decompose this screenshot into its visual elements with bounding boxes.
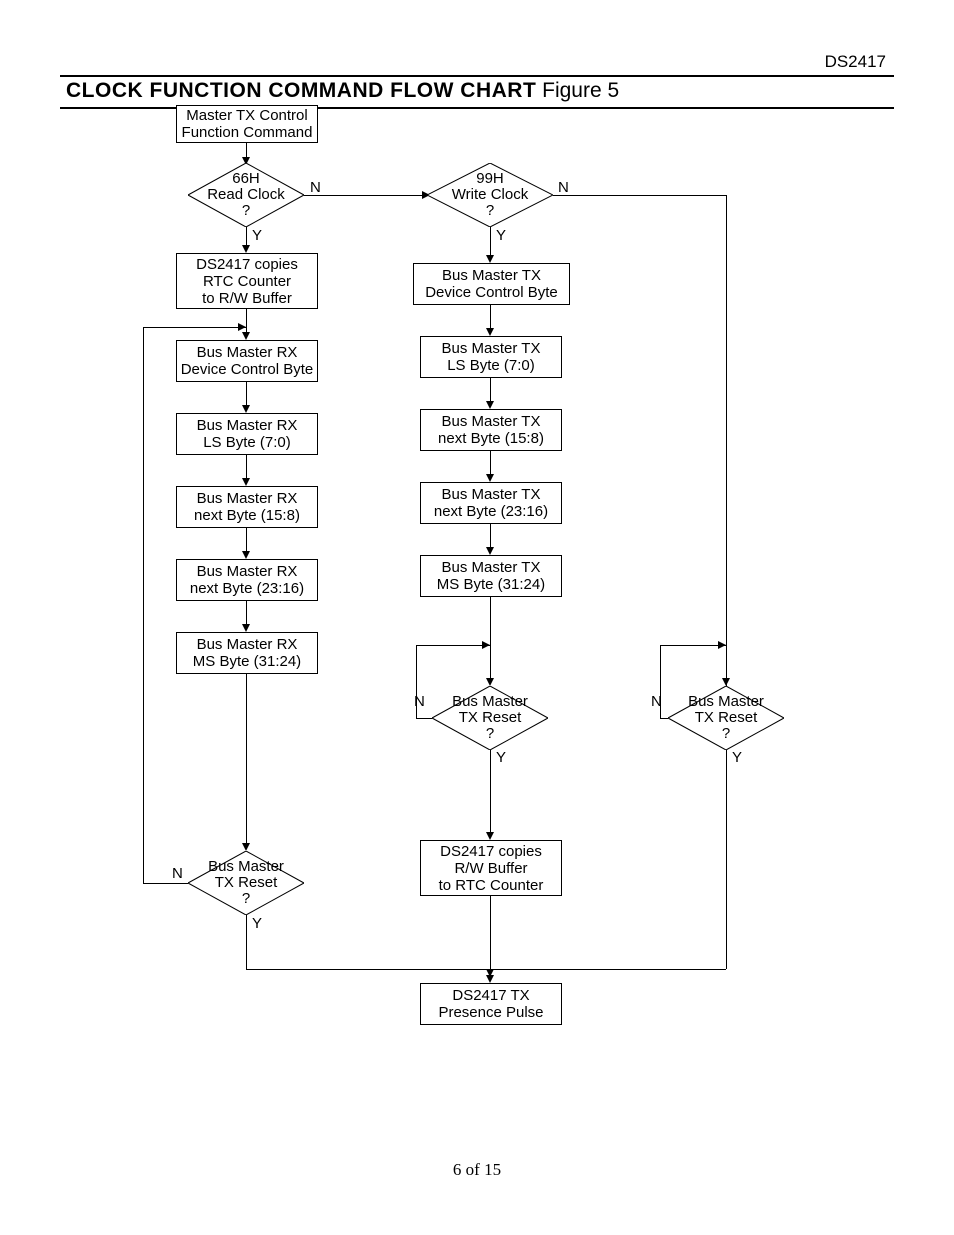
label-yes: Y: [252, 915, 262, 932]
txt: MS Byte (31:24): [193, 653, 301, 670]
txt: Bus Master TX: [442, 267, 541, 284]
label-no: N: [310, 179, 321, 196]
txt: to RTC Counter: [439, 877, 544, 894]
node-ds2417-copy-rw: DS2417 copies R/W Buffer to RTC Counter: [420, 840, 562, 896]
txt: Write Clock: [452, 187, 528, 203]
decision-reset-left: Bus Master TX Reset ?: [188, 851, 304, 915]
title-bold: CLOCK FUNCTION COMMAND FLOW CHART: [66, 79, 536, 102]
txt: to R/W Buffer: [202, 290, 292, 307]
txt: ?: [242, 891, 250, 907]
txt: Device Control Byte: [425, 284, 558, 301]
txt: next Byte (15:8): [438, 430, 544, 447]
decision-reset-middle: Bus Master TX Reset ?: [432, 686, 548, 750]
txt: TX Reset: [459, 710, 522, 726]
txt: ?: [486, 726, 494, 742]
txt: Read Clock: [207, 187, 285, 203]
txt: Bus Master TX: [442, 486, 541, 503]
node-tx-ms-byte: Bus Master TX MS Byte (31:24): [420, 555, 562, 597]
page-footer: 6 of 15: [0, 1160, 954, 1180]
figure-title: CLOCK FUNCTION COMMAND FLOW CHART Figure…: [60, 75, 894, 109]
txt: next Byte (23:16): [190, 580, 304, 597]
txt: 99H: [476, 171, 504, 187]
decision-write-clock: 99H Write Clock ?: [427, 163, 553, 227]
txt: LS Byte (7:0): [203, 434, 291, 451]
txt: ?: [486, 203, 494, 219]
txt: RTC Counter: [203, 273, 291, 290]
txt: Presence Pulse: [438, 1004, 543, 1021]
node-rx-byte-15-8: Bus Master RX next Byte (15:8): [176, 486, 318, 528]
txt: Bus Master RX: [197, 344, 298, 361]
txt: DS2417 copies: [440, 843, 542, 860]
txt: Bus Master TX: [442, 413, 541, 430]
txt: TX Reset: [695, 710, 758, 726]
txt: Function Command: [182, 124, 313, 141]
node-rx-ms-byte: Bus Master RX MS Byte (31:24): [176, 632, 318, 674]
node-tx-byte-23-16: Bus Master TX next Byte (23:16): [420, 482, 562, 524]
txt: next Byte (15:8): [194, 507, 300, 524]
txt: Bus Master RX: [197, 417, 298, 434]
title-figure: Figure 5: [536, 79, 619, 102]
node-rx-control-byte: Bus Master RX Device Control Byte: [176, 340, 318, 382]
txt: Bus Master: [208, 859, 284, 875]
label-yes: Y: [732, 749, 742, 766]
txt: ?: [242, 203, 250, 219]
label-no: N: [558, 179, 569, 196]
node-presence-pulse: DS2417 TX Presence Pulse: [420, 983, 562, 1025]
txt: Bus Master: [452, 694, 528, 710]
label-no: N: [172, 865, 183, 882]
label-yes: Y: [252, 227, 262, 244]
txt: Bus Master RX: [197, 490, 298, 507]
node-tx-control-byte: Bus Master TX Device Control Byte: [413, 263, 570, 305]
decision-read-clock: 66H Read Clock ?: [188, 163, 304, 227]
txt: Device Control Byte: [181, 361, 314, 378]
header-part-number: DS2417: [825, 52, 886, 72]
txt: TX Reset: [215, 875, 278, 891]
txt: Bus Master RX: [197, 636, 298, 653]
txt: R/W Buffer: [454, 860, 527, 877]
txt: Master TX Control: [186, 107, 307, 124]
node-tx-ls-byte: Bus Master TX LS Byte (7:0): [420, 336, 562, 378]
txt: 66H: [232, 171, 260, 187]
node-rx-ls-byte: Bus Master RX LS Byte (7:0): [176, 413, 318, 455]
txt: Bus Master TX: [442, 559, 541, 576]
txt: DS2417 copies: [196, 256, 298, 273]
decision-reset-right: Bus Master TX Reset ?: [668, 686, 784, 750]
txt: LS Byte (7:0): [447, 357, 535, 374]
node-ds2417-copy-rtc: DS2417 copies RTC Counter to R/W Buffer: [176, 253, 318, 309]
txt: Bus Master TX: [442, 340, 541, 357]
label-yes: Y: [496, 749, 506, 766]
txt: Bus Master RX: [197, 563, 298, 580]
txt: Bus Master: [688, 694, 764, 710]
label-yes: Y: [496, 227, 506, 244]
node-rx-byte-23-16: Bus Master RX next Byte (23:16): [176, 559, 318, 601]
txt: DS2417 TX: [452, 987, 529, 1004]
txt: ?: [722, 726, 730, 742]
txt: MS Byte (31:24): [437, 576, 545, 593]
txt: next Byte (23:16): [434, 503, 548, 520]
node-start: Master TX Control Function Command: [176, 105, 318, 143]
node-tx-byte-15-8: Bus Master TX next Byte (15:8): [420, 409, 562, 451]
flow-chart: Master TX Control Function Command 66H R…: [0, 105, 954, 1105]
